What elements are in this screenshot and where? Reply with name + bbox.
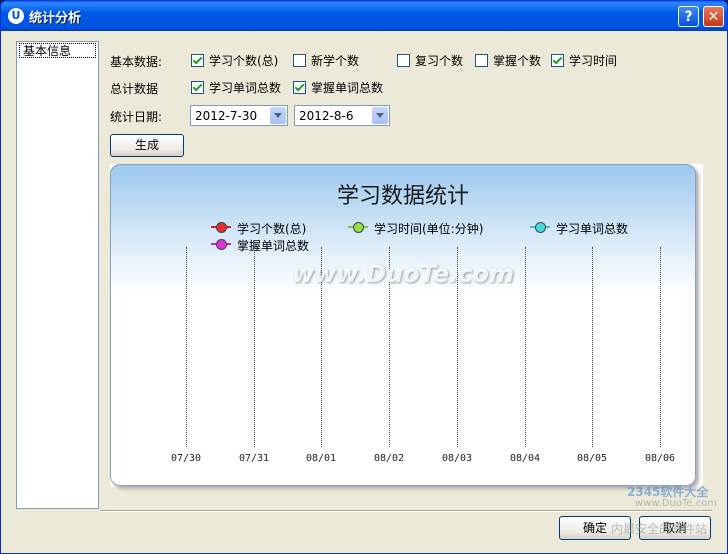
x-tick-label: 07/30 [170, 453, 202, 464]
legend-marker [211, 239, 231, 250]
x-tick-label: 08/02 [373, 453, 405, 464]
chart-frame: 学习数据统计 学习个数(总) 学习时间(单位:分钟) 学习单词总数 掌握单词总数 [110, 164, 703, 487]
x-tick-label: 08/05 [576, 453, 608, 464]
checkbox-mastered[interactable]: 掌握个数 [475, 54, 541, 68]
basic-data-label: 基本数据: [110, 55, 163, 69]
end-date-select[interactable]: 2012-8-6 [294, 105, 390, 126]
checkbox-label: 掌握单词总数 [311, 81, 384, 95]
legend-label: 学习个数(总) [237, 222, 307, 236]
checkbox-study-time[interactable]: 学习时间 [551, 54, 617, 68]
checkbox-label: 掌握个数 [493, 54, 542, 68]
watermark-text: www.DuoTe.com [292, 260, 514, 288]
chevron-down-icon[interactable] [372, 107, 388, 124]
date-label: 统计日期: [110, 110, 163, 124]
help-button[interactable]: ? [678, 6, 699, 27]
corner-watermark-url: www.DuoTe.com [635, 498, 718, 509]
checkbox-reviewed[interactable]: 复习个数 [397, 54, 463, 68]
checkbox-mastered-words[interactable]: 掌握单词总数 [293, 81, 383, 95]
legend-marker [211, 222, 231, 233]
checkbox-label: 学习单词总数 [209, 81, 282, 95]
legend-label: 学习时间(单位:分钟) [374, 222, 484, 236]
checkbox-box[interactable] [293, 54, 306, 67]
start-date-value: 2012-7-30 [195, 109, 258, 123]
chevron-down-icon[interactable] [270, 107, 286, 124]
title-bar: U 统计分析 ? ✕ [1, 1, 727, 31]
checkbox-box[interactable] [191, 81, 204, 94]
legend-label: 掌握单词总数 [237, 239, 310, 253]
checkbox-label: 学习个数(总) [209, 54, 279, 68]
checkbox-box[interactable] [475, 54, 488, 67]
help-icon: ? [684, 9, 693, 25]
x-tick-label: 08/03 [441, 453, 473, 464]
checkbox-label: 新学个数 [311, 54, 360, 68]
x-tick-label: 08/06 [644, 453, 676, 464]
checkbox-box[interactable] [551, 54, 564, 67]
end-date-value: 2012-8-6 [299, 109, 354, 123]
checkbox-total-words[interactable]: 学习单词总数 [191, 81, 281, 95]
window-content: 基本信息 基本数据: 学习个数(总) 新学个数 复习个数 掌握个数 学习时间 总… [5, 31, 723, 551]
legend-marker [348, 222, 368, 233]
checkbox-box[interactable] [293, 81, 306, 94]
app-icon: U [8, 8, 24, 24]
window-title: 统计分析 [29, 11, 82, 26]
total-data-label: 总计数据 [110, 82, 159, 96]
chart-panel: 学习数据统计 学习个数(总) 学习时间(单位:分钟) 学习单词总数 掌握单词总数 [110, 164, 696, 486]
legend-marker [530, 222, 550, 233]
checkbox-total-learned[interactable]: 学习个数(总) [191, 54, 278, 68]
checkbox-box[interactable] [191, 54, 204, 67]
close-button[interactable]: ✕ [703, 6, 724, 27]
x-tick-label: 08/01 [305, 453, 337, 464]
sidebar: 基本信息 [16, 41, 99, 509]
separator [100, 510, 712, 512]
checkbox-new-learned[interactable]: 新学个数 [293, 54, 359, 68]
corner-watermark-slogan: 内最安全的软件站 [611, 522, 708, 536]
statistics-window: U 统计分析 ? ✕ 基本信息 基本数据: 学习个数(总) 新学个数 复习个数 … [0, 0, 728, 554]
start-date-select[interactable]: 2012-7-30 [190, 105, 288, 126]
legend-label: 学习单词总数 [556, 222, 629, 236]
checkbox-box[interactable] [397, 54, 410, 67]
chart-title: 学习数据统计 [336, 184, 469, 209]
close-icon: ✕ [707, 9, 720, 25]
checkbox-label: 学习时间 [569, 54, 618, 68]
x-tick-label: 08/04 [509, 453, 541, 464]
generate-button[interactable]: 生成 [110, 134, 184, 157]
checkbox-label: 复习个数 [415, 54, 464, 68]
x-tick-label: 07/31 [238, 453, 270, 464]
sidebar-item-basic-info[interactable]: 基本信息 [19, 43, 96, 58]
